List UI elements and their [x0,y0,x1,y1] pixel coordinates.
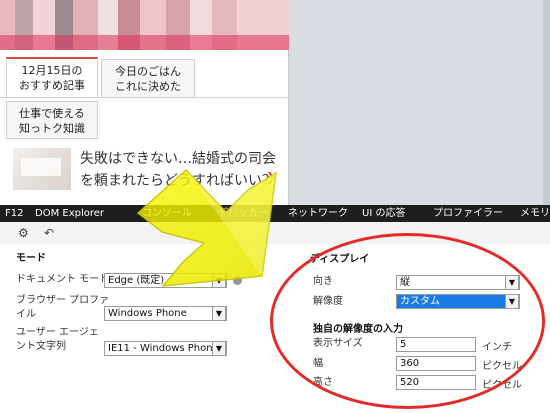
tab-line: 仕事で使える [19,107,85,120]
chevron-down-icon: ▼ [212,307,226,320]
article-thumbnail[interactable] [13,148,71,190]
width-unit: ピクセル [482,361,522,372]
tab-work-tips[interactable]: 仕事で使える 知っトク知識 [6,101,98,139]
mode-section-title: モード [16,253,46,264]
chevron-down-icon: ▼ [212,274,226,287]
browser-profile-value: Windows Phone [108,308,187,319]
devtools-tab-debugger[interactable]: デバッガー [218,205,268,222]
user-agent-label-line1: ユーザー エージェ [16,327,99,338]
article-title[interactable]: 失敗はできない…結婚式の司会を頼まれたらどうすればいい？ [80,148,280,192]
devtools-tab-bar: F12 DOM Explorer コンソール デバッガー ネットワーク UI の… [0,205,550,222]
display-section-title: ディスプレイ [310,254,370,265]
tab-line: これに決めた [115,80,181,93]
tab-line: 12月15日の [21,64,83,77]
chevron-right-icon: ❯ [266,170,277,184]
tab-line: 知っトク知識 [19,122,85,135]
browser-profile-label-line1: ブラウザー プロファ [16,295,110,306]
display-size-label: 表示サイズ [313,338,363,349]
devtools-tab-ui-responsiveness[interactable]: UI の応答 [362,205,405,222]
user-agent-value: IE11 - Windows Phone 8 [108,343,227,354]
custom-resolution-title: 独自の解像度の入力 [313,324,403,335]
chevron-down-icon: ▼ [505,276,519,289]
devtools-tab-dom-explorer[interactable]: DOM Explorer [35,205,104,222]
orientation-select[interactable]: 縦 ▼ [396,275,520,290]
tab-today-meal[interactable]: 今日のごはん これに決めた [101,59,195,98]
document-mode-select[interactable]: Edge (既定) ▼ [104,273,227,288]
display-size-unit: インチ [482,342,512,353]
browser-profile-label-line2: イル [16,309,36,320]
chevron-down-icon: ▼ [212,342,226,355]
hero-image-blurred [0,0,289,50]
document-mode-value: Edge (既定) [108,275,165,286]
mobile-page-preview: 12月15日の おすすめ記事 今日のごはん これに決めた 仕事で使える 知っトク… [0,0,289,205]
emulation-toolbar: ⚙ ↶ [0,222,550,244]
settings-icon[interactable]: ⚙ [18,226,29,240]
height-unit: ピクセル [482,380,522,391]
undo-icon[interactable]: ↶ [44,226,54,240]
devtools-tab-network[interactable]: ネットワーク [288,205,348,222]
resolution-select[interactable]: カスタム ▼ [396,294,520,309]
height-label: 高さ [313,377,333,388]
tab-recommended[interactable]: 12月15日の おすすめ記事 [6,57,98,98]
width-label: 幅 [313,358,323,369]
tab-divider [0,97,289,98]
display-size-input[interactable]: 5 [396,337,476,352]
devtools-tab-console[interactable]: コンソール [142,205,192,222]
screenshot-frame: 12月15日の おすすめ記事 今日のごはん これに決めた 仕事で使える 知っトク… [0,0,550,413]
emulation-panel: モード ドキュメント モード Edge (既定) ▼ ブラウザー プロファ イル… [0,244,550,413]
height-input[interactable]: 520 [396,375,476,390]
devtools-tab-memory[interactable]: メモリ [520,205,550,222]
user-agent-select[interactable]: IE11 - Windows Phone 8 ▼ [104,341,227,356]
user-agent-label-line2: ント文字列 [16,341,66,352]
orientation-label: 向き [313,276,333,287]
tab-line: 今日のごはん [115,65,181,78]
resolution-label: 解像度 [313,296,343,307]
width-input[interactable]: 360 [396,356,476,371]
devtools-tab-profiler[interactable]: プロファイラー [433,205,503,222]
resolution-value: カスタム [400,296,440,307]
devtools-tab-f12[interactable]: F12 [5,205,23,222]
browser-profile-select[interactable]: Windows Phone ▼ [104,306,227,321]
chevron-down-icon: ▼ [505,295,519,308]
orientation-value: 縦 [400,277,410,288]
document-mode-label: ドキュメント モード [16,274,110,285]
status-dot [233,276,242,285]
tab-line: おすすめ記事 [19,79,85,92]
